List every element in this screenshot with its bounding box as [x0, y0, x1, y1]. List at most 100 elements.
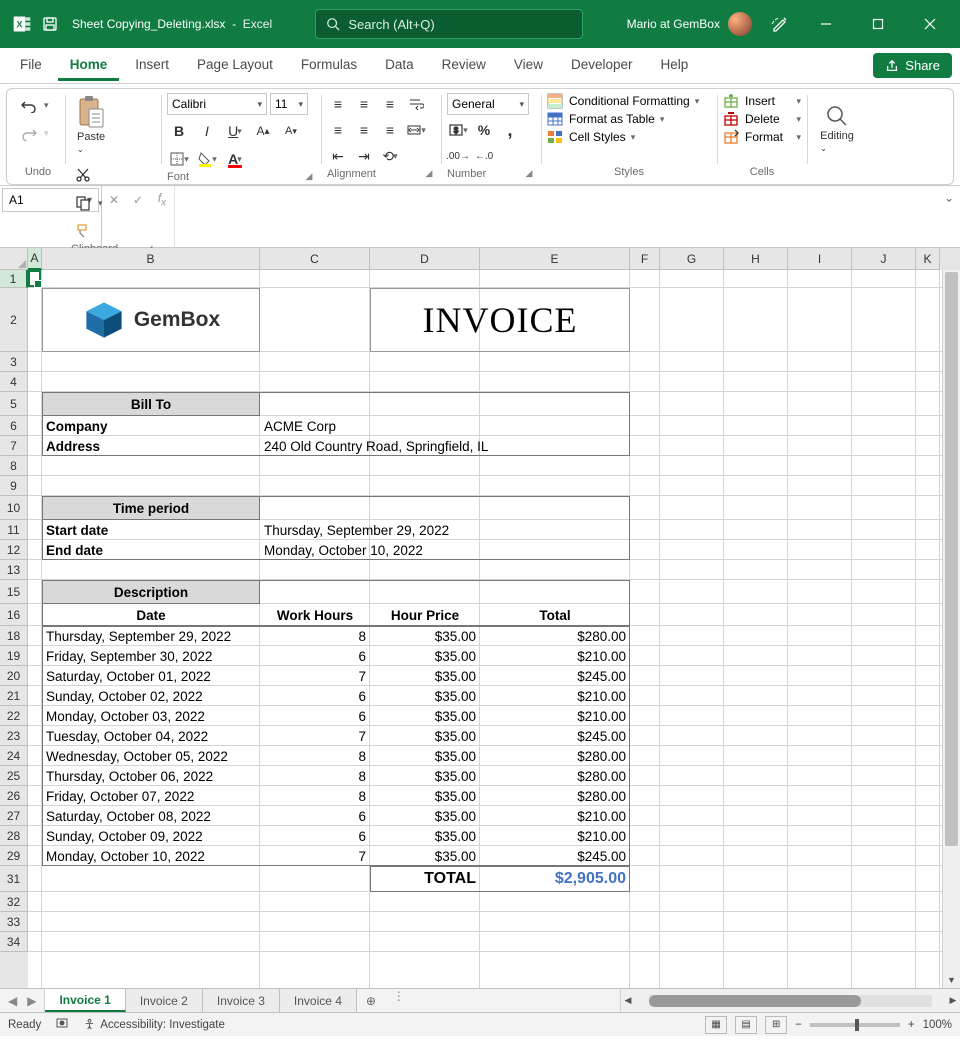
search-input[interactable]: Search (Alt+Q) — [315, 9, 583, 39]
sheet-nav-prev-icon[interactable]: ◀ — [8, 994, 17, 1008]
font-size-combo[interactable]: 11▾ — [270, 93, 308, 115]
line-hours[interactable]: 6 — [260, 826, 370, 846]
row-header[interactable]: 21 — [0, 686, 28, 706]
scroll-down-icon[interactable]: ▼ — [943, 972, 960, 988]
delete-cells-button[interactable]: Delete ▾ — [723, 111, 801, 127]
column-header[interactable]: E — [480, 248, 630, 270]
tab-developer[interactable]: Developer — [559, 51, 645, 81]
underline-button[interactable]: U▾ — [223, 119, 247, 143]
number-format-combo[interactable]: General▾ — [447, 93, 529, 115]
percent-button[interactable]: % — [473, 119, 495, 141]
tab-insert[interactable]: Insert — [123, 51, 181, 81]
line-hours[interactable]: 6 — [260, 646, 370, 666]
increase-font-button[interactable]: A▴ — [251, 119, 275, 143]
line-price[interactable]: $35.00 — [370, 826, 480, 846]
end-date-value[interactable]: Monday, October 10, 2022 — [260, 540, 630, 560]
row-header[interactable]: 34 — [0, 932, 28, 952]
line-price[interactable]: $35.00 — [370, 786, 480, 806]
tab-review[interactable]: Review — [430, 51, 498, 81]
company-label[interactable]: Company — [42, 416, 260, 436]
row-header[interactable]: 1 — [0, 270, 28, 288]
zoom-level[interactable]: 100% — [923, 1019, 952, 1031]
align-right-button[interactable]: ≡ — [379, 119, 401, 141]
line-total[interactable]: $280.00 — [480, 766, 630, 786]
line-price[interactable]: $35.00 — [370, 846, 480, 866]
chevron-down-icon[interactable]: ▾ — [44, 100, 49, 111]
sheet-tab[interactable]: Invoice 4 — [280, 989, 357, 1012]
scrollbar-thumb[interactable] — [945, 272, 958, 846]
align-middle-button[interactable]: ≡ — [353, 93, 375, 115]
line-total[interactable]: $245.00 — [480, 846, 630, 866]
column-header[interactable]: A — [28, 248, 42, 270]
row-header[interactable]: 16 — [0, 604, 28, 626]
decrease-font-button[interactable]: A▾ — [279, 119, 303, 143]
description-header[interactable]: Description — [42, 580, 260, 604]
line-total[interactable]: $210.00 — [480, 706, 630, 726]
line-total[interactable]: $280.00 — [480, 746, 630, 766]
sheet-tab[interactable]: Invoice 3 — [203, 989, 280, 1012]
sheet-tab[interactable]: Invoice 1 — [45, 989, 125, 1012]
copy-button[interactable] — [71, 191, 95, 215]
conditional-formatting-button[interactable]: Conditional Formatting▾ — [547, 93, 711, 109]
zoom-out-button[interactable]: − — [795, 1019, 802, 1031]
tab-view[interactable]: View — [502, 51, 555, 81]
address-value[interactable]: 240 Old Country Road, Springfield, IL — [260, 436, 630, 456]
row-header[interactable]: 9 — [0, 476, 28, 496]
column-header[interactable]: C — [260, 248, 370, 270]
merge-button[interactable]: ▾ — [405, 119, 427, 141]
line-date[interactable]: Tuesday, October 04, 2022 — [42, 726, 260, 746]
tab-page-layout[interactable]: Page Layout — [185, 51, 285, 81]
line-total[interactable]: $210.00 — [480, 806, 630, 826]
line-date[interactable]: Thursday, October 06, 2022 — [42, 766, 260, 786]
address-label[interactable]: Address — [42, 436, 260, 456]
line-total[interactable]: $280.00 — [480, 626, 630, 646]
column-header[interactable]: J — [852, 248, 916, 270]
increase-indent-button[interactable]: ⇥ — [353, 145, 375, 167]
row-header[interactable]: 31 — [0, 866, 28, 892]
dialog-launcher-icon[interactable]: ◢ — [523, 168, 535, 180]
row-header[interactable]: 19 — [0, 646, 28, 666]
row-header[interactable]: 11 — [0, 520, 28, 540]
start-date-label[interactable]: Start date — [42, 520, 260, 540]
line-price[interactable]: $35.00 — [370, 806, 480, 826]
chevron-down-icon[interactable]: ▾ — [98, 198, 103, 209]
row-header[interactable]: 27 — [0, 806, 28, 826]
line-price[interactable]: $35.00 — [370, 706, 480, 726]
row-header[interactable]: 3 — [0, 352, 28, 372]
row-header[interactable]: 26 — [0, 786, 28, 806]
line-date[interactable]: Friday, September 30, 2022 — [42, 646, 260, 666]
line-date[interactable]: Sunday, October 02, 2022 — [42, 686, 260, 706]
page-break-view-button[interactable]: ⊞ — [765, 1016, 787, 1034]
line-price[interactable]: $35.00 — [370, 666, 480, 686]
row-header[interactable]: 24 — [0, 746, 28, 766]
row-header[interactable]: 6 — [0, 416, 28, 436]
font-color-button[interactable]: A▾ — [223, 147, 247, 171]
line-date[interactable]: Monday, October 10, 2022 — [42, 846, 260, 866]
line-hours[interactable]: 8 — [260, 746, 370, 766]
editing-button[interactable]: Editing⌄ — [814, 102, 860, 156]
line-price[interactable]: $35.00 — [370, 726, 480, 746]
align-center-button[interactable]: ≡ — [353, 119, 375, 141]
sheet-nav-next-icon[interactable]: ▶ — [27, 994, 36, 1008]
sheet-menu-icon[interactable]: ⋮ — [393, 989, 405, 1012]
line-hours[interactable]: 8 — [260, 786, 370, 806]
line-total[interactable]: $210.00 — [480, 686, 630, 706]
align-bottom-button[interactable]: ≡ — [379, 93, 401, 115]
row-header[interactable]: 8 — [0, 456, 28, 476]
sheet-tab[interactable]: Invoice 2 — [126, 989, 203, 1012]
line-total[interactable]: $245.00 — [480, 726, 630, 746]
redo-button[interactable] — [17, 121, 41, 145]
coming-soon-icon[interactable] — [764, 15, 796, 33]
tab-home[interactable]: Home — [58, 51, 120, 81]
line-date[interactable]: Saturday, October 01, 2022 — [42, 666, 260, 686]
maximize-button[interactable] — [856, 2, 900, 46]
column-header[interactable]: F — [630, 248, 660, 270]
start-date-value[interactable]: Thursday, September 29, 2022 — [260, 520, 630, 540]
line-date[interactable]: Friday, October 07, 2022 — [42, 786, 260, 806]
fill-color-button[interactable]: ▾ — [195, 147, 219, 171]
company-value[interactable]: ACME Corp — [260, 416, 630, 436]
dialog-launcher-icon[interactable]: ◢ — [303, 171, 315, 183]
line-hours[interactable]: 7 — [260, 726, 370, 746]
cut-button[interactable] — [71, 163, 95, 187]
page-layout-view-button[interactable]: ▤ — [735, 1016, 757, 1034]
